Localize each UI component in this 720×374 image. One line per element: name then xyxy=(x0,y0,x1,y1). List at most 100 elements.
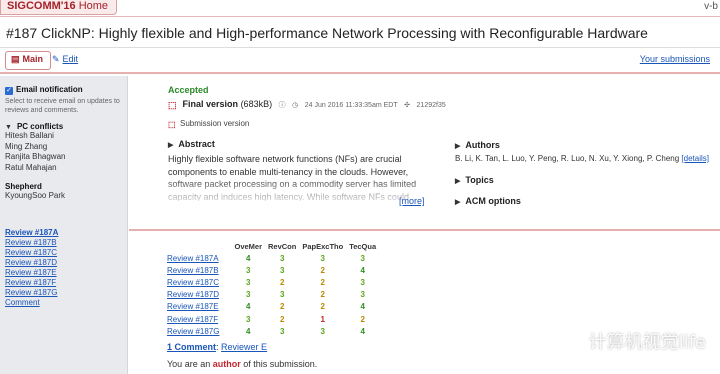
score-cell: 2 xyxy=(279,277,285,287)
pc-conflicts-list: Hitesh Ballani Ming Zhang Ranjita Bhagwa… xyxy=(5,131,65,173)
sidebar-review-link[interactable]: Review #187B xyxy=(5,238,58,248)
info-icon[interactable]: ⓘ xyxy=(279,102,286,109)
tab-edit-label[interactable]: Edit xyxy=(63,54,79,64)
sidebar-comment-link[interactable]: Comment xyxy=(5,298,58,308)
review-link[interactable]: Review #187E xyxy=(167,301,231,313)
topics-title: Topics xyxy=(465,175,494,185)
section-divider xyxy=(129,229,720,231)
triangle-right-icon: ▶ xyxy=(455,143,461,150)
review-link[interactable]: Review #187G xyxy=(167,325,231,337)
hash-icon: ✣ xyxy=(404,102,411,109)
authors-header[interactable]: ▶ Authors xyxy=(455,140,500,150)
pc-conflicts: ▼ PC conflicts Hitesh Ballani Ming Zhang … xyxy=(5,122,65,173)
comment-count-link[interactable]: 1 Comment xyxy=(167,342,216,352)
submission-version-row: ⬚ Submission version xyxy=(168,119,249,131)
user-menu[interactable]: v-b xyxy=(704,1,718,12)
final-version-link[interactable]: Final version xyxy=(183,99,239,109)
authors-list: B. Li, K. Tan, L. Luo, Y. Peng, R. Luo, … xyxy=(455,154,709,163)
shepherd-name: KyoungSoo Park xyxy=(5,191,66,200)
score-cell: 3 xyxy=(360,253,365,263)
comment-summary: 1 Comment: Reviewer E xyxy=(167,342,267,352)
review-link[interactable]: Review #187D xyxy=(167,289,231,301)
upload-date: 24 Jun 2016 11:33:35am EDT xyxy=(304,102,398,109)
column-header[interactable]: RevCon xyxy=(265,240,299,252)
email-notification-hint: Select to receive email on updates to re… xyxy=(5,98,120,114)
table-row: Review #187F 3 2 1 2 xyxy=(167,313,379,325)
pdf-icon[interactable]: ⬚ xyxy=(168,100,177,111)
author-note-bold: author xyxy=(212,359,241,369)
review-link[interactable]: Review #187A xyxy=(167,252,231,264)
column-header[interactable]: OveMer xyxy=(231,240,265,252)
triangle-down-icon[interactable]: ▼ xyxy=(5,124,12,131)
abstract-header[interactable]: ▶ Abstract xyxy=(168,139,215,149)
clock-icon: ◷ xyxy=(292,102,299,109)
triangle-right-icon: ▶ xyxy=(455,199,461,206)
score-cell: 4 xyxy=(246,326,251,336)
list-item: Ratul Mahajan xyxy=(5,162,57,172)
table-header-row: OveMer RevCon PapExcTho TecQua xyxy=(167,240,379,252)
score-cell: 3 xyxy=(279,253,285,263)
score-cell: 4 xyxy=(246,302,251,312)
score-cell: 3 xyxy=(246,314,251,324)
score-cell: 3 xyxy=(246,277,251,287)
table-row: Review #187E 4 2 2 4 xyxy=(167,301,379,313)
table-row: Review #187A 4 3 3 3 xyxy=(167,252,379,264)
more-link[interactable]: [more] xyxy=(399,196,425,206)
abstract-title: Abstract xyxy=(178,139,215,149)
sidebar-review-link[interactable]: Review #187F xyxy=(5,278,58,288)
sidebar-review-link[interactable]: Review #187A xyxy=(5,228,58,238)
review-link[interactable]: Review #187B xyxy=(167,264,231,276)
file-hash: 21292f35 xyxy=(416,102,446,109)
shepherd-head: Shepherd xyxy=(5,182,42,191)
sidebar-review-link[interactable]: Review #187C xyxy=(5,248,58,258)
home-tab[interactable]: SIGCOMM'16 Home xyxy=(0,0,118,15)
your-submissions-link[interactable]: Your submissions xyxy=(640,54,710,64)
author-note: You are an author of this submission. xyxy=(167,359,317,369)
email-notification[interactable]: ✓ Email notification Select to receive em… xyxy=(5,84,123,115)
review-link[interactable]: Review #187C xyxy=(167,276,231,288)
topics-header[interactable]: ▶ Topics xyxy=(455,175,494,185)
pdf-small-icon[interactable]: ⬚ xyxy=(168,120,177,131)
comment-author-link[interactable]: Reviewer E xyxy=(221,342,267,352)
score-cell: 4 xyxy=(360,302,365,312)
author-note-pre: You are an xyxy=(167,359,213,369)
home-link[interactable]: Home xyxy=(79,0,108,12)
score-cell: 3 xyxy=(246,290,251,300)
conference-name[interactable]: SIGCOMM'16 xyxy=(7,0,76,12)
score-cell: 4 xyxy=(360,265,365,275)
details-link[interactable]: [details] xyxy=(681,154,709,163)
acm-options-header[interactable]: ▶ ACM options xyxy=(455,196,521,206)
shepherd: Shepherd KyoungSoo Park xyxy=(5,182,65,202)
score-cell: 3 xyxy=(279,326,285,336)
review-links: Review #187A Review #187B Review #187C R… xyxy=(5,228,58,308)
sidebar-review-link[interactable]: Review #187D xyxy=(5,258,58,268)
score-cell: 4 xyxy=(246,253,251,263)
review-rows: Review #187A 4 3 3 3 Review #187B 3 3 2 4 Review #… xyxy=(167,252,379,337)
author-names: B. Li, K. Tan, L. Luo, Y. Peng, R. Luo, … xyxy=(455,154,680,163)
score-cell: 3 xyxy=(279,265,285,275)
submission-version-link[interactable]: Submission version xyxy=(180,119,249,128)
list-item: Ranjita Bhagwan xyxy=(5,152,66,161)
header-blank xyxy=(167,240,231,252)
sidebar-review-link[interactable]: Review #187G xyxy=(5,288,58,298)
abstract-fade xyxy=(168,177,428,203)
review-link[interactable]: Review #187F xyxy=(167,313,231,325)
triangle-right-icon: ▶ xyxy=(455,178,461,185)
pc-conflicts-title: PC conflicts xyxy=(16,122,64,131)
score-cell: 3 xyxy=(320,253,325,263)
tab-main[interactable]: ▤ Main xyxy=(5,51,52,70)
column-header[interactable]: TecQua xyxy=(346,240,379,252)
author-note-post: of this submission. xyxy=(240,359,318,369)
checkbox-checked-icon[interactable]: ✓ xyxy=(5,87,13,95)
sidebar-review-link[interactable]: Review #187E xyxy=(5,268,58,278)
tabs-row: ▤ Main ✎ Edit Your submissions xyxy=(0,48,720,74)
score-cell: 2 xyxy=(320,290,325,300)
triangle-right-icon: ▶ xyxy=(168,142,174,149)
score-cell: 3 xyxy=(320,326,325,336)
file-size: (683kB) xyxy=(240,99,273,109)
table-row: Review #187D 3 3 2 3 xyxy=(167,289,379,301)
column-header[interactable]: PapExcTho xyxy=(299,240,346,252)
score-cell: 2 xyxy=(320,302,325,312)
watermark: 计算机视觉life xyxy=(588,332,706,353)
tab-edit[interactable]: ✎ Edit xyxy=(52,54,78,65)
